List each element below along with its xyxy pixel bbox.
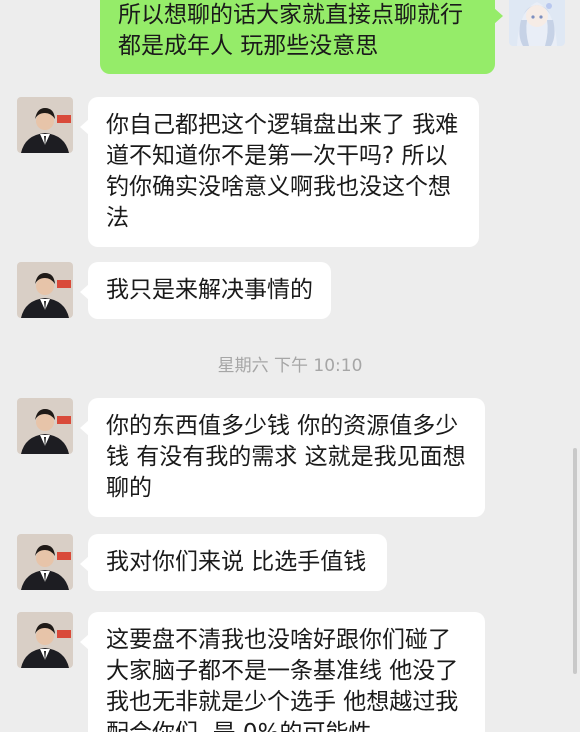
- contact-avatar-icon[interactable]: [17, 398, 73, 454]
- message-bubble-incoming[interactable]: 我对你们来说 比选手值钱: [80, 534, 387, 591]
- message-bubble-incoming[interactable]: 我只是来解决事情的: [80, 262, 331, 319]
- message-bubble-incoming[interactable]: 你自己都把这个逻辑盘出来了 我难 道不知道你不是第一次干吗? 所以 钓你确实没啥…: [80, 97, 479, 247]
- contact-avatar-icon[interactable]: [17, 262, 73, 318]
- message-bubble-outgoing[interactable]: 所以想聊的话大家就直接点聊就行 都是成年人 玩那些没意思: [100, 0, 503, 74]
- chat-view[interactable]: 所以想聊的话大家就直接点聊就行 都是成年人 玩那些没意思 你自己都把这个逻辑盘出…: [0, 0, 580, 732]
- chat-scrollbar[interactable]: [573, 448, 577, 674]
- message-bubble-incoming[interactable]: 你的东西值多少钱 你的资源值多少 钱 有没有我的需求 这就是我见面想 聊的: [80, 398, 485, 517]
- contact-avatar-icon[interactable]: [17, 612, 73, 668]
- message-timestamp: 星期六 下午 10:10: [217, 356, 363, 376]
- contact-avatar-icon[interactable]: [17, 534, 73, 590]
- self-avatar-icon[interactable]: [509, 0, 565, 46]
- message-bubble-incoming[interactable]: 这要盘不清我也没啥好跟你们碰了 大家脑子都不是一条基准线 他没了 我也无非就是少…: [80, 612, 485, 732]
- contact-avatar-icon[interactable]: [17, 97, 73, 153]
